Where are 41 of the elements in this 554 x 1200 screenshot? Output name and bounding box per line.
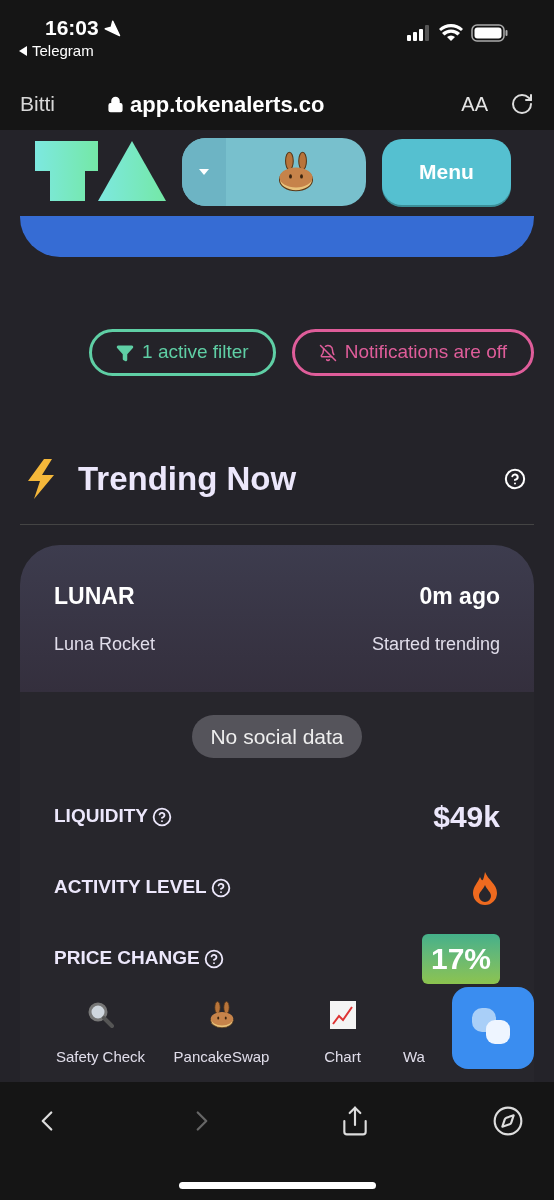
chat-button[interactable] bbox=[452, 986, 534, 1069]
event-label: Started trending bbox=[371, 633, 500, 656]
url-text[interactable]: app.tokenalerts.co bbox=[130, 87, 325, 121]
clock: 16:03 bbox=[45, 15, 99, 41]
wifi-icon bbox=[439, 23, 463, 42]
chart-icon bbox=[328, 1000, 357, 1030]
action-link[interactable]: Chart bbox=[324, 1046, 361, 1069]
no-social-data-badge: No social data bbox=[192, 714, 362, 758]
lock-icon bbox=[107, 95, 124, 113]
stat-label: PRICE CHANGE bbox=[54, 946, 200, 971]
logo[interactable] bbox=[35, 141, 166, 203]
time-ago: 0m ago bbox=[419, 581, 500, 611]
filter-pill[interactable]: 1 active filter bbox=[89, 329, 276, 376]
caret-icon bbox=[199, 169, 209, 175]
action-link[interactable]: PancakeSwap bbox=[173, 1046, 270, 1069]
action-link[interactable]: Wa bbox=[403, 1046, 425, 1069]
exchange-selector[interactable] bbox=[182, 138, 366, 206]
compass-icon[interactable] bbox=[491, 1105, 524, 1137]
section-title: Trending Now bbox=[78, 459, 297, 499]
bell-off-icon bbox=[318, 343, 337, 362]
liquidity-value: $49k bbox=[433, 799, 500, 835]
reload-icon[interactable] bbox=[510, 92, 534, 116]
back-triangle-icon bbox=[18, 45, 28, 56]
action-link[interactable]: Safety Check bbox=[55, 1046, 146, 1069]
location-arrow-icon bbox=[102, 18, 121, 37]
stat-label: LIQUIDITY bbox=[54, 804, 148, 829]
help-icon[interactable] bbox=[210, 877, 231, 898]
token-symbol: LUNAR bbox=[54, 581, 135, 611]
text-size-button[interactable]: AA bbox=[461, 89, 488, 119]
token-name: Luna Rocket bbox=[54, 633, 156, 656]
flame-icon bbox=[470, 870, 500, 905]
filter-icon bbox=[116, 343, 135, 362]
notifications-pill[interactable]: Notifications are off bbox=[291, 329, 534, 376]
reader-label[interactable]: Bitti bbox=[20, 88, 55, 120]
signal-icon bbox=[407, 24, 431, 41]
back-to-app-link[interactable]: Telegram bbox=[32, 39, 94, 62]
battery-icon bbox=[471, 23, 509, 42]
help-icon[interactable] bbox=[203, 948, 224, 969]
price-change-badge: 17% bbox=[422, 933, 500, 984]
stat-label: ACTIVITY LEVEL bbox=[54, 875, 207, 900]
help-icon[interactable] bbox=[151, 806, 172, 827]
